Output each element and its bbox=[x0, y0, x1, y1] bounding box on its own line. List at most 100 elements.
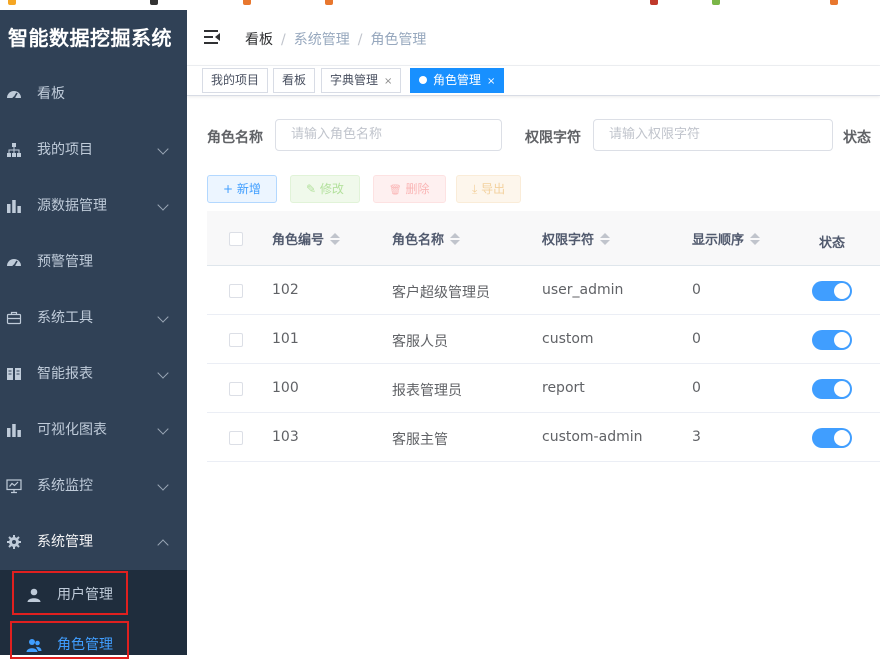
export-button[interactable]: ⤓ 导出 bbox=[456, 175, 522, 203]
tag-label: 角色管理 bbox=[433, 73, 482, 87]
cell-role-name: 客服主管 bbox=[392, 432, 448, 448]
breadcrumb-item-system-management[interactable]: 系统管理 bbox=[294, 32, 350, 48]
sidebar-item-source-data[interactable]: 源数据管理 bbox=[0, 178, 187, 234]
highlight-box-user-management bbox=[12, 571, 128, 615]
edit-button-label: 修改 bbox=[319, 182, 344, 196]
chevron-down-icon bbox=[157, 199, 169, 211]
tag-label: 我的项目 bbox=[211, 73, 260, 87]
close-icon[interactable]: × bbox=[487, 76, 495, 87]
sidebar-item-visual-charts[interactable]: 可视化图表 bbox=[0, 402, 187, 458]
sidebar-item-system-management[interactable]: 系统管理 bbox=[0, 514, 187, 570]
sidebar-item-system-tools[interactable]: 系统工具 bbox=[0, 290, 187, 346]
role-key-input[interactable]: 请输入权限字符 bbox=[593, 119, 833, 151]
delete-button[interactable]: 🗑 删除 bbox=[373, 175, 446, 203]
sidebar-item-label: 系统管理 bbox=[37, 534, 93, 550]
role-name-input[interactable]: 请输入角色名称 bbox=[275, 119, 502, 151]
status-switch[interactable] bbox=[812, 281, 852, 301]
sidebar-item-my-projects[interactable]: 我的项目 bbox=[0, 122, 187, 178]
roles-table: 角色编号 角色名称 权限字符 显示顺序 状态 102 客户超级管理员 user_… bbox=[207, 211, 880, 462]
download-icon: ⤓ bbox=[472, 182, 478, 196]
export-button-label: 导出 bbox=[481, 182, 506, 196]
cell-role-id: 100 bbox=[272, 380, 299, 396]
breadcrumb-item-dashboard[interactable]: 看板 bbox=[245, 32, 273, 48]
app-title: 智能数据挖掘系统 bbox=[8, 26, 172, 50]
status-switch[interactable] bbox=[812, 379, 852, 399]
table-row: 101 客服人员 custom 0 bbox=[207, 315, 880, 364]
sidebar-item-label: 预警管理 bbox=[37, 254, 93, 270]
sidebar-item-dashboard[interactable]: 看板 bbox=[0, 66, 187, 122]
chevron-down-icon bbox=[157, 423, 169, 435]
tag-my-projects[interactable]: 我的项目 bbox=[202, 68, 269, 93]
row-checkbox[interactable] bbox=[229, 333, 243, 347]
column-header-display-order[interactable]: 显示顺序 bbox=[692, 229, 761, 248]
plus-icon: + bbox=[223, 182, 234, 196]
tree-icon bbox=[7, 143, 21, 157]
chevron-down-icon bbox=[157, 311, 169, 323]
chevron-down-icon bbox=[157, 143, 169, 155]
role-key-label: 权限字符 bbox=[525, 130, 581, 146]
tag-dictionary[interactable]: 字典管理 × bbox=[321, 68, 402, 93]
chevron-up-icon bbox=[157, 539, 169, 551]
select-all-checkbox[interactable] bbox=[229, 232, 243, 246]
sidebar-item-label: 源数据管理 bbox=[37, 198, 107, 214]
add-button-label: 新增 bbox=[236, 182, 261, 196]
sidebar-item-label: 可视化图表 bbox=[37, 422, 107, 438]
cell-role-key: custom bbox=[542, 331, 594, 347]
toolbox-icon bbox=[6, 311, 22, 325]
sidebar-item-smart-reports[interactable]: 智能报表 bbox=[0, 346, 187, 402]
column-header-role-id[interactable]: 角色编号 bbox=[272, 229, 341, 248]
row-checkbox[interactable] bbox=[229, 284, 243, 298]
monitor-icon bbox=[6, 479, 22, 494]
main-area: 看板 / 系统管理 / 角色管理 我的项目 看板 字典管理 × 角色管理 × 角色名称 请输… bbox=[187, 10, 880, 655]
tag-role-management[interactable]: 角色管理 × bbox=[410, 68, 505, 93]
status-switch[interactable] bbox=[812, 428, 852, 448]
column-header-status: 状态 bbox=[819, 236, 846, 251]
sort-icon[interactable] bbox=[600, 233, 611, 245]
sidebar-item-label: 系统监控 bbox=[37, 478, 93, 494]
row-checkbox[interactable] bbox=[229, 382, 243, 396]
cell-role-name: 客户超级管理员 bbox=[392, 285, 490, 301]
column-header-role-name[interactable]: 角色名称 bbox=[392, 229, 461, 248]
navbar: 看板 / 系统管理 / 角色管理 bbox=[187, 10, 880, 66]
breadcrumb-separator: / bbox=[357, 32, 363, 48]
sort-icon[interactable] bbox=[750, 233, 761, 245]
sidebar-item-label: 我的项目 bbox=[37, 142, 93, 158]
sort-icon[interactable] bbox=[330, 233, 341, 245]
chevron-down-icon bbox=[157, 479, 169, 491]
active-dot-icon bbox=[419, 76, 427, 84]
column-header-role-key[interactable]: 权限字符 bbox=[542, 229, 611, 248]
sidebar-item-label: 系统工具 bbox=[37, 310, 93, 326]
table-row: 102 客户超级管理员 user_admin 0 bbox=[207, 266, 880, 315]
trash-icon: 🗑 bbox=[389, 185, 402, 196]
gear-icon bbox=[7, 535, 21, 549]
cell-role-name: 报表管理员 bbox=[392, 383, 462, 399]
cell-role-key: report bbox=[542, 380, 585, 396]
browser-strip bbox=[0, 0, 880, 10]
chart-icon bbox=[7, 200, 21, 213]
table-header: 角色编号 角色名称 权限字符 显示顺序 状态 bbox=[207, 211, 880, 266]
status-label: 状态 bbox=[843, 130, 871, 146]
cell-display-order: 0 bbox=[692, 380, 701, 396]
sidebar-item-system-monitor[interactable]: 系统监控 bbox=[0, 458, 187, 514]
dashboard-icon bbox=[7, 91, 21, 100]
tag-dashboard[interactable]: 看板 bbox=[273, 68, 316, 93]
tag-label: 看板 bbox=[282, 73, 307, 87]
breadcrumb: 看板 / 系统管理 / 角色管理 bbox=[245, 29, 426, 49]
edit-button[interactable]: ✎ 修改 bbox=[290, 175, 360, 203]
tag-label: 字典管理 bbox=[330, 73, 379, 87]
cell-role-id: 103 bbox=[272, 429, 299, 445]
sidebar-item-label: 智能报表 bbox=[37, 366, 93, 382]
table-row: 100 报表管理员 report 0 bbox=[207, 364, 880, 413]
highlight-box-role-management bbox=[10, 621, 129, 659]
sort-icon[interactable] bbox=[450, 233, 461, 245]
sidebar-item-alerts[interactable]: 预警管理 bbox=[0, 234, 187, 290]
cell-role-id: 101 bbox=[272, 331, 299, 347]
hamburger-icon[interactable] bbox=[204, 30, 220, 44]
row-checkbox[interactable] bbox=[229, 431, 243, 445]
add-button[interactable]: + 新增 bbox=[207, 175, 277, 203]
delete-button-label: 删除 bbox=[405, 182, 430, 196]
dashboard-icon bbox=[7, 259, 21, 268]
role-name-label: 角色名称 bbox=[207, 130, 263, 146]
close-icon[interactable]: × bbox=[384, 76, 392, 87]
status-switch[interactable] bbox=[812, 330, 852, 350]
